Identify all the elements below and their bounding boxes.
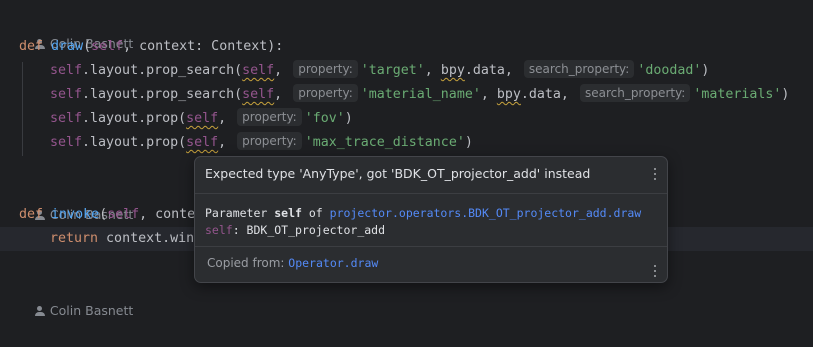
function-name: invoke	[51, 207, 100, 222]
code-text: ,	[218, 135, 227, 150]
more-vertical-icon[interactable]	[647, 166, 663, 182]
code-text: )	[701, 63, 710, 78]
code-text: ,	[480, 87, 497, 102]
doc-param-name: self	[274, 206, 302, 220]
self-ref: self	[50, 87, 83, 102]
code-text: )	[344, 111, 353, 126]
author-name: Colin Basnett	[49, 303, 134, 318]
copied-from-link[interactable]: Operator.draw	[288, 256, 378, 270]
doc-reference-link[interactable]: projector.operators.BDK_OT_projector_add…	[330, 206, 642, 220]
doc-type-line: self: BDK_OT_projector_add	[205, 222, 641, 239]
keyword: def	[19, 207, 44, 222]
string-literal: 'materials'	[693, 87, 782, 102]
parameter-hint: property:	[237, 108, 302, 126]
code-author-hint[interactable]: Colin Basnett	[19, 8, 133, 51]
bpy-warning[interactable]: bpy	[441, 63, 465, 78]
string-literal: 'target'	[360, 63, 425, 78]
code-text: .layout.prop(	[82, 111, 187, 126]
code-line[interactable]: def invoke(self, conte	[19, 203, 195, 227]
code-text: .layout.prop_search(	[82, 87, 243, 102]
bpy-warning[interactable]: bpy	[497, 87, 521, 102]
code-text: , context: Context):	[123, 39, 284, 54]
string-literal: 'fov'	[304, 111, 345, 126]
doc-param-name: self	[205, 223, 233, 237]
inspection-popup: Expected type 'AnyType', got 'BDK_OT_pro…	[194, 156, 668, 283]
code-text: (	[99, 207, 108, 222]
self-ref: self	[50, 111, 83, 126]
divider	[195, 193, 667, 194]
divider	[195, 246, 667, 247]
string-literal: 'max_trace_distance'	[304, 135, 465, 150]
doc-footer: Copied from: Operator.draw	[207, 254, 378, 272]
parameter-hint: search_property:	[523, 60, 635, 78]
doc-type: : BDK_OT_projector_add	[232, 223, 386, 237]
code-line[interactable]: self.layout.prop(self, property:'fov')	[50, 107, 353, 131]
self-arg-warning[interactable]: self	[242, 63, 274, 78]
code-text: )	[781, 87, 790, 102]
self-arg-warning[interactable]: self	[242, 87, 274, 102]
self-param: self	[107, 207, 140, 222]
parameter-hint: search_property:	[579, 84, 691, 102]
code-text: ,	[274, 63, 283, 78]
person-icon	[34, 306, 45, 316]
self-param: self	[91, 39, 124, 54]
code-text: )	[464, 135, 473, 150]
code-line[interactable]: return context.win	[50, 227, 194, 251]
function-name: draw	[51, 39, 84, 54]
code-line[interactable]: def draw(self, context: Context):	[19, 35, 283, 59]
keyword: def	[19, 39, 44, 54]
code-author-hint[interactable]: Colin Basnett	[19, 275, 133, 318]
code-text: , conte	[139, 207, 196, 222]
self-arg-warning[interactable]: self	[186, 111, 218, 126]
code-text: .data,	[464, 63, 513, 78]
quick-documentation: Parameter self of projector.operators.BD…	[205, 205, 641, 239]
inspection-message: Expected type 'AnyType', got 'BDK_OT_pro…	[205, 166, 591, 181]
code-text: ,	[218, 111, 227, 126]
string-literal: 'material_name'	[360, 87, 481, 102]
parameter-hint: property:	[293, 84, 358, 102]
doc-text: of	[301, 206, 330, 220]
string-literal: 'doodad'	[637, 63, 702, 78]
code-line[interactable]: self.layout.prop_search(self, property: '…	[50, 83, 789, 107]
code-text: ,	[424, 63, 441, 78]
code-text: .layout.prop(	[82, 135, 187, 150]
code-text: context.win	[98, 231, 195, 246]
doc-text: Parameter	[205, 206, 275, 220]
code-text: ,	[274, 87, 283, 102]
more-vertical-icon[interactable]	[647, 263, 663, 279]
parameter-hint: property:	[293, 60, 358, 78]
code-text: .layout.prop_search(	[82, 63, 243, 78]
footer-label: Copied from:	[207, 256, 289, 270]
code-text: (	[83, 39, 92, 54]
code-text: .data,	[520, 87, 569, 102]
self-ref: self	[50, 63, 83, 78]
parameter-hint: property:	[237, 132, 302, 150]
code-line[interactable]: self.layout.prop_search(self, property: '…	[50, 59, 709, 83]
self-ref: self	[50, 135, 83, 150]
doc-signature-line: Parameter self of projector.operators.BD…	[205, 205, 641, 222]
code-author-hint[interactable]: Colin Basnett	[19, 179, 133, 222]
keyword: return	[50, 231, 99, 246]
code-line[interactable]: self.layout.prop(self, property:'max_tra…	[50, 131, 473, 155]
self-arg-warning[interactable]: self	[186, 135, 218, 150]
